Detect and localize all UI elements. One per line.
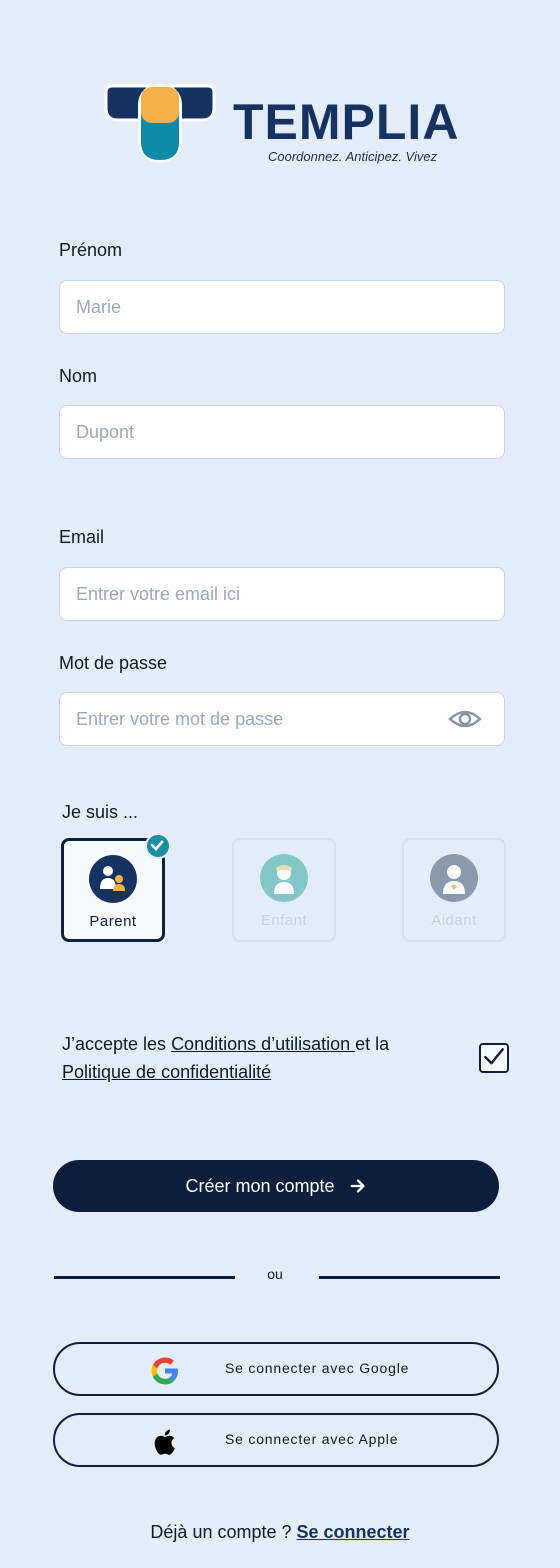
checkmark-icon bbox=[484, 1048, 504, 1065]
child-icon bbox=[260, 854, 308, 902]
last-name-input[interactable] bbox=[76, 421, 504, 443]
brand-name: TEMPLIA bbox=[233, 94, 460, 150]
terms-middle: et la bbox=[355, 1034, 390, 1054]
terms-text: J’accepte les Conditions d’utilisation e… bbox=[62, 1030, 432, 1086]
check-badge-icon bbox=[145, 833, 171, 859]
role-option-label: Aidant bbox=[431, 912, 477, 929]
parent-icon bbox=[89, 855, 137, 903]
last-name-field-container bbox=[59, 405, 505, 459]
apple-icon bbox=[154, 1429, 175, 1455]
password-field-container bbox=[59, 692, 505, 746]
eye-icon[interactable] bbox=[448, 707, 482, 731]
privacy-link[interactable]: Politique de confidentialité bbox=[62, 1062, 271, 1082]
email-field-container bbox=[59, 567, 505, 621]
password-label: Mot de passe bbox=[59, 653, 168, 673]
terms-prefix: J’accepte les bbox=[62, 1034, 172, 1054]
role-option-caregiver[interactable]: Aidant bbox=[402, 838, 506, 942]
first-name-field-container bbox=[59, 280, 505, 334]
password-input[interactable] bbox=[76, 708, 436, 730]
conditions-link[interactable]: Conditions d’utilisation bbox=[171, 1034, 355, 1054]
create-account-button[interactable]: Créer mon compte bbox=[53, 1160, 499, 1212]
email-label: Email bbox=[59, 527, 105, 547]
create-account-label: Créer mon compte bbox=[185, 1175, 335, 1196]
role-prompt: Je suis ... bbox=[62, 802, 139, 822]
first-name-label: Prénom bbox=[59, 240, 123, 260]
divider-text: ou bbox=[267, 1266, 283, 1282]
arrow-right-icon bbox=[350, 1179, 365, 1193]
divider-line-left bbox=[54, 1276, 235, 1279]
email-input[interactable] bbox=[76, 583, 504, 605]
brand-logo-icon bbox=[104, 84, 216, 162]
first-name-input[interactable] bbox=[76, 296, 504, 318]
last-name-label: Nom bbox=[59, 366, 98, 386]
apple-login-label: Se connecter avec Apple bbox=[225, 1431, 399, 1447]
apple-login-button[interactable]: Se connecter avec Apple bbox=[53, 1413, 499, 1467]
login-prompt-text: Déjà un compte ? bbox=[150, 1522, 297, 1542]
role-option-label: Parent bbox=[89, 913, 137, 930]
brand-tagline: Coordonnez. Anticipez. Vivez bbox=[268, 149, 438, 164]
google-login-label: Se connecter avec Google bbox=[225, 1360, 410, 1376]
caregiver-icon bbox=[430, 854, 478, 902]
login-link[interactable]: Se connecter bbox=[297, 1522, 410, 1542]
google-icon bbox=[151, 1357, 178, 1385]
login-prompt: Déjà un compte ? Se connecter bbox=[0, 1522, 560, 1543]
role-option-child[interactable]: Enfant bbox=[232, 838, 336, 942]
terms-checkbox[interactable] bbox=[479, 1043, 509, 1073]
role-option-label: Enfant bbox=[260, 912, 308, 929]
google-login-button[interactable]: Se connecter avec Google bbox=[53, 1342, 499, 1396]
divider-line-right bbox=[319, 1276, 500, 1279]
